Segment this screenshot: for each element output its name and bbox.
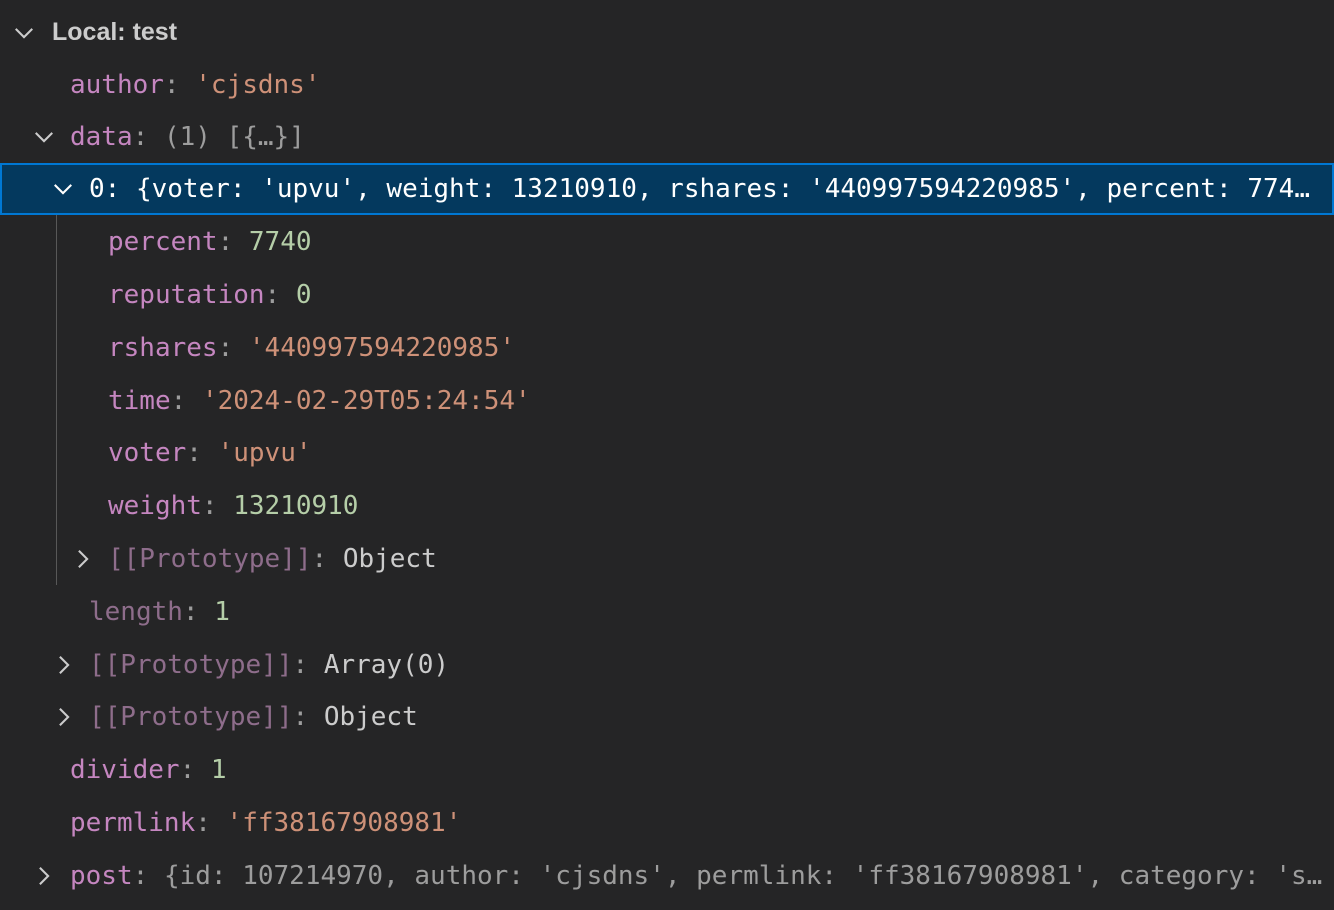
separator: :	[201, 490, 234, 521]
variable-value: Array(0)	[323, 649, 450, 680]
scope-local-test[interactable]: Local: test	[0, 6, 1334, 59]
variable-value: 1	[210, 754, 227, 785]
variable-key: author	[70, 69, 164, 100]
variable-value: '440997594220985'	[248, 332, 515, 363]
separator: :	[217, 226, 249, 257]
variable-value: 7740	[248, 226, 312, 257]
variable-prototype-object[interactable]: [[Prototype]]: Object	[0, 690, 1334, 743]
variable-weight[interactable]: weight: 13210910	[0, 479, 1334, 532]
variable-value: Object	[342, 543, 437, 574]
variable-rshares[interactable]: rshares: '440997594220985'	[0, 321, 1334, 374]
variable-key: length	[89, 596, 183, 627]
variable-time[interactable]: time: '2024-02-29T05:24:54'	[0, 374, 1334, 427]
variable-prototype-object-inner[interactable]: [[Prototype]]: Object	[0, 532, 1334, 585]
variable-value: 13210910	[233, 490, 359, 521]
variable-value: Object	[323, 701, 418, 732]
separator: :	[179, 754, 211, 785]
chevron-right-icon[interactable]	[51, 704, 77, 730]
variable-percent[interactable]: percent: 7740	[0, 215, 1334, 268]
variable-value: {voter: 'upvu', weight: 13210910, rshare…	[135, 174, 1310, 204]
separator: :	[264, 279, 296, 310]
scope-title: Local: test	[52, 18, 178, 46]
variable-key: post	[70, 860, 133, 891]
variable-key: rshares	[108, 332, 218, 363]
separator: :	[132, 860, 164, 891]
variable-key: [[Prototype]]	[89, 701, 293, 732]
variable-permlink[interactable]: permlink: 'ff38167908981'	[0, 796, 1334, 849]
variable-key: divider	[70, 754, 180, 785]
variable-key: [[Prototype]]	[108, 543, 312, 574]
chevron-right-icon[interactable]	[31, 863, 57, 889]
variable-voter[interactable]: voter: 'upvu'	[0, 426, 1334, 479]
separator: :	[132, 121, 164, 152]
variable-prototype-array[interactable]: [[Prototype]]: Array(0)	[0, 638, 1334, 691]
separator: :	[163, 69, 196, 100]
variable-value: 'upvu'	[217, 437, 312, 468]
variable-data[interactable]: data: (1) [{…}]	[0, 110, 1334, 163]
debug-variables-panel: { "scope": { "title": "Local: test" }, "…	[0, 0, 1334, 910]
separator: :	[292, 701, 324, 732]
variable-key: time	[108, 385, 171, 416]
separator: :	[170, 385, 202, 416]
variable-key: [[Prototype]]	[89, 649, 293, 680]
variable-value: 1	[214, 596, 230, 627]
variable-value: 0	[295, 279, 312, 310]
separator: :	[292, 649, 324, 680]
separator: :	[195, 807, 227, 838]
variable-author[interactable]: author: 'cjsdns'	[0, 58, 1334, 111]
separator: :	[104, 174, 136, 204]
separator: :	[311, 543, 343, 574]
variable-key: reputation	[108, 279, 265, 310]
variable-data-0-selected[interactable]: 0: {voter: 'upvu', weight: 13210910, rsh…	[0, 163, 1334, 215]
variable-key: voter	[108, 437, 187, 468]
variable-value: (1) [{…}]	[163, 121, 305, 152]
variable-value: 'cjsdns'	[195, 69, 321, 100]
chevron-down-icon[interactable]	[11, 20, 37, 46]
chevron-right-icon[interactable]	[51, 652, 77, 678]
chevron-down-icon[interactable]	[31, 124, 57, 150]
variable-key: 0	[89, 174, 105, 204]
variable-post[interactable]: post: {id: 107214970, author: 'cjsdns', …	[0, 849, 1334, 902]
variable-divider[interactable]: divider: 1	[0, 743, 1334, 796]
variable-length[interactable]: length: 1	[0, 585, 1334, 638]
variable-value: 'ff38167908981'	[226, 807, 462, 838]
variable-key: data	[70, 121, 133, 152]
separator: :	[217, 332, 249, 363]
variable-value: {id: 107214970, author: 'cjsdns', permli…	[163, 860, 1323, 891]
variable-key: weight	[108, 490, 202, 521]
variable-reputation[interactable]: reputation: 0	[0, 268, 1334, 321]
variable-key: percent	[108, 226, 218, 257]
separator: :	[186, 437, 218, 468]
chevron-right-icon[interactable]	[70, 546, 96, 572]
chevron-down-icon[interactable]	[50, 176, 76, 202]
separator: :	[182, 596, 215, 627]
variable-value: '2024-02-29T05:24:54'	[201, 385, 531, 416]
variable-key: permlink	[70, 807, 196, 838]
